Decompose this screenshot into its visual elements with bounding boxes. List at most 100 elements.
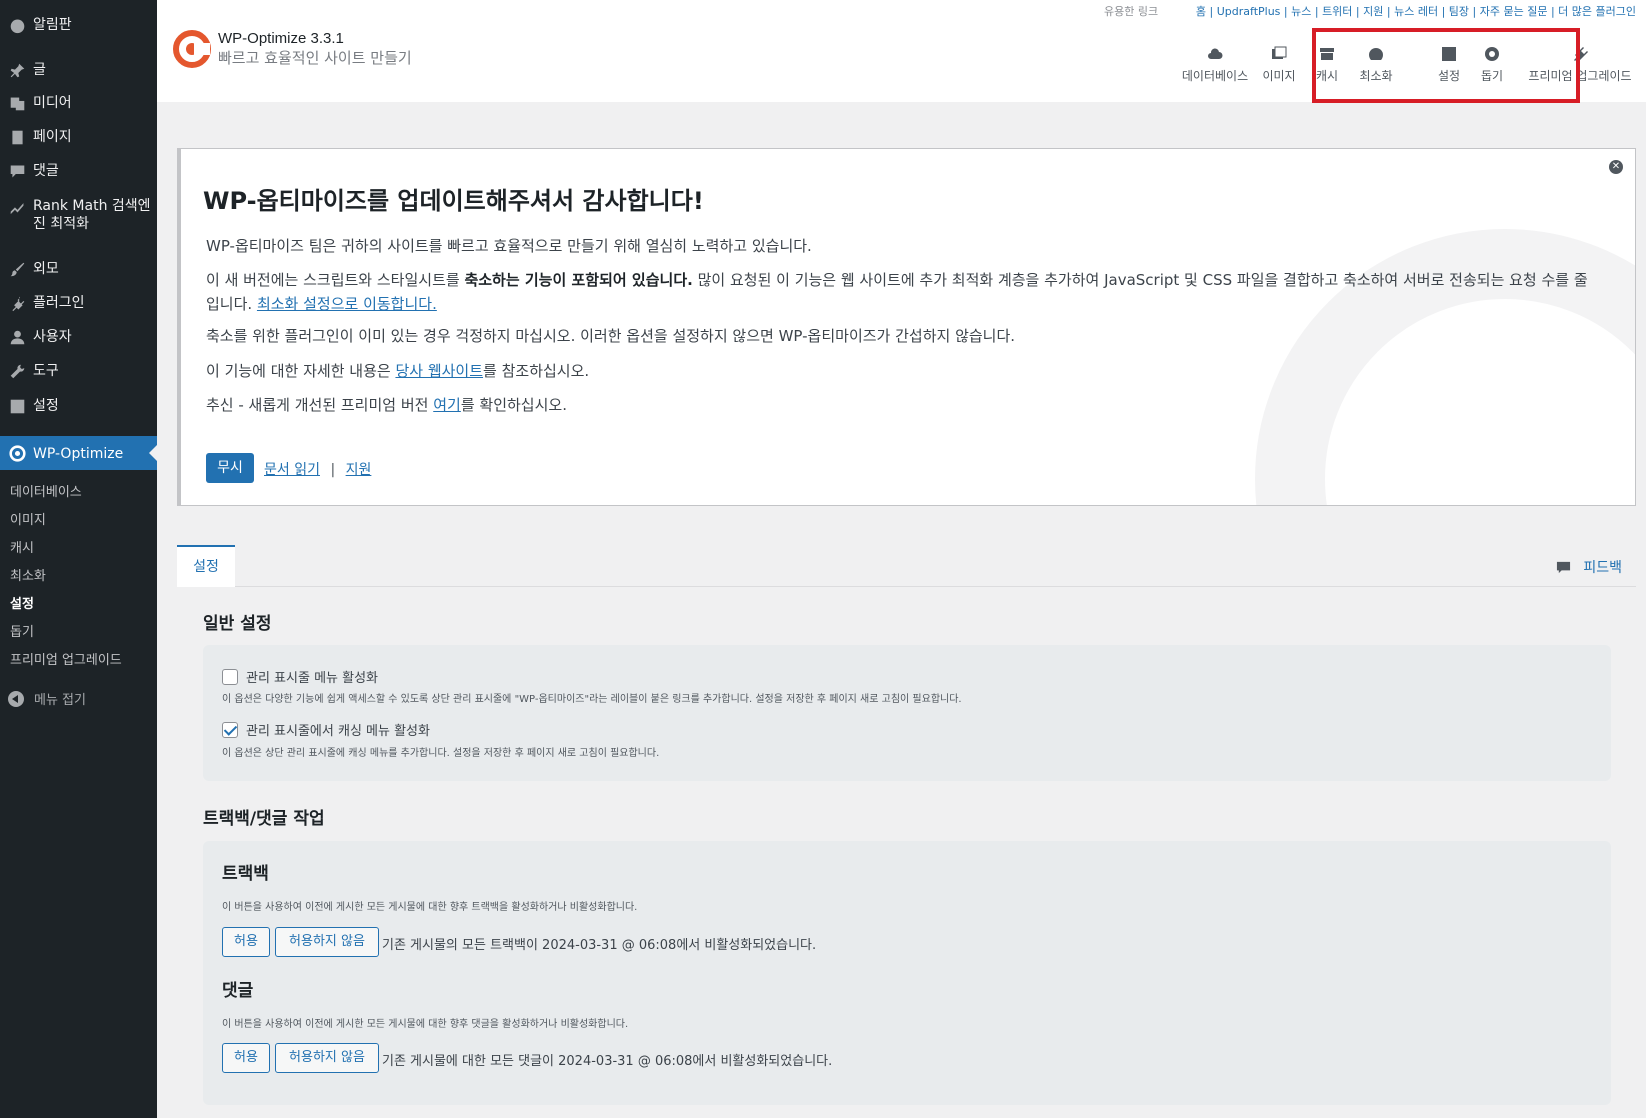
link-home[interactable]: 홈 [1196, 5, 1206, 18]
link-newsletter[interactable]: 뉴스 레터 [1394, 5, 1438, 18]
link-twitter[interactable]: 트위터 [1322, 5, 1352, 18]
sidebar-item-label: WP-Optimize [33, 445, 124, 462]
plugin-header: WP-Optimize 3.3.1 빠르고 효율적인 사이트 만들기 유용한 링… [157, 0, 1646, 103]
trackbacks-deny-button[interactable]: 허용하지 않음 [275, 927, 379, 957]
submenu-item-settings[interactable]: 설정 [10, 593, 34, 612]
images-icon [1270, 45, 1288, 63]
sidebar-item-plugins[interactable]: 플러그인 [0, 293, 157, 313]
sidebar-item-label: 글 [33, 62, 46, 78]
submenu-item-images[interactable]: 이미지 [10, 509, 46, 528]
notice-text: 이 새 버전에는 스크립트와 스타일시트를 [206, 271, 465, 289]
sidebar-item-label: 댓글 [33, 163, 59, 179]
read-docs-link[interactable]: 문서 읽기 [264, 462, 320, 478]
notice-text: 추신 - 새롭게 개선된 프리미엄 버전 [206, 396, 434, 414]
comments-deny-button[interactable]: 허용하지 않음 [275, 1043, 379, 1073]
sidebar-item-tools[interactable]: 도구 [0, 361, 157, 381]
notice-paragraph-4: 이 기능에 대한 자세한 내용은 당사 웹사이트를 참조하십시오. [206, 359, 1596, 383]
dashboard-icon [7, 15, 27, 35]
option-description: 이 옵션은 상단 관리 표시줄에 캐싱 메뉴를 추가합니다. 설정을 저장한 후… [222, 748, 660, 759]
top-links: 홈 | UpdraftPlus | 뉴스 | 트위터 | 지원 | 뉴스 레터 … [1195, 5, 1636, 18]
caching-menu-option[interactable]: 관리 표시줄에서 캐싱 메뉴 활성화 [222, 720, 430, 739]
link-separator: | [330, 462, 336, 478]
sidebar-item-posts[interactable]: 글 [0, 60, 157, 80]
sidebar-item-label: Rank Math 검색엔진 최적화 [33, 198, 151, 232]
tab-database[interactable]: 데이터베이스 [1181, 40, 1249, 102]
minify-settings-link[interactable]: 최소화 설정으로 이동합니다. [257, 295, 437, 313]
comments-description: 이 버튼을 사용하여 이전에 게시한 모든 게시물에 대한 향후 댓글을 활성화… [222, 1019, 629, 1030]
feedback-button[interactable]: 피드백 [1556, 557, 1622, 577]
admin-bar-menu-checkbox[interactable] [222, 668, 238, 685]
our-website-link[interactable]: 당사 웹사이트 [395, 362, 483, 380]
highlight-box [1312, 28, 1580, 103]
link-updraftplus[interactable]: UpdraftPlus [1217, 5, 1281, 18]
settings-icon [7, 396, 27, 416]
trackbacks-title: 트랙백 [222, 864, 269, 884]
useful-links-label: 유용한 링크 [1104, 5, 1159, 18]
sidebar-item-label: 도구 [33, 363, 59, 379]
update-notice: ✕ WP-옵티마이즈를 업데이트해주셔서 감사합니다! WP-옵티마이즈 팀은 … [177, 148, 1636, 506]
rank-math-icon [7, 196, 27, 216]
sidebar-item-settings[interactable]: 설정 [0, 396, 157, 416]
tab-images[interactable]: 이미지 [1257, 40, 1301, 102]
collapse-icon [8, 690, 24, 707]
submenu-item-minify[interactable]: 최소화 [10, 565, 46, 584]
notice-text: 이 기능에 대한 자세한 내용은 [206, 362, 396, 380]
sidebar-item-wp-optimize[interactable]: WP-Optimize [0, 436, 157, 470]
dismiss-button[interactable]: 무시 [206, 453, 254, 483]
sidebar-item-dashboard[interactable]: 알림판 [0, 15, 157, 35]
link-news[interactable]: 뉴스 [1291, 5, 1311, 18]
plugin-icon [7, 293, 27, 313]
collapse-menu-button[interactable]: 메뉴 접기 [0, 689, 157, 708]
trackbacks-description: 이 버튼을 사용하여 이전에 게시한 모든 게시물에 대한 향후 트랙백을 활성… [222, 902, 638, 913]
link-faq[interactable]: 자주 묻는 질문 [1480, 5, 1548, 18]
notice-paragraph-2: 이 새 버전에는 스크립트와 스타일시트를 축소하는 기능이 포함되어 있습니다… [206, 268, 1596, 316]
sidebar-item-rank-math[interactable]: Rank Math 검색엔진 최적화 [0, 196, 157, 233]
comment-icon [7, 161, 27, 181]
tab-label: 이미지 [1262, 69, 1296, 83]
sidebar-item-label: 외모 [33, 261, 59, 277]
submenu-item-premium[interactable]: 프리미엄 업그레이드 [10, 649, 122, 668]
sidebar-item-appearance[interactable]: 외모 [0, 259, 157, 279]
sidebar-item-pages[interactable]: 페이지 [0, 127, 157, 147]
sidebar-item-label: 플러그인 [33, 295, 85, 311]
notice-text: 를 확인하십시오. [460, 396, 567, 414]
comments-title: 댓글 [222, 981, 254, 1001]
link-support[interactable]: 지원 [1363, 5, 1383, 18]
option-label: 관리 표시줄 메뉴 활성화 [246, 671, 378, 686]
premium-here-link[interactable]: 여기 [433, 396, 461, 414]
comments-status: 기존 게시물에 대한 모든 댓글이 2024-03-31 @ 06:08에서 비… [382, 1054, 833, 1069]
comment-icon [1557, 561, 1571, 573]
sidebar-item-users[interactable]: 사용자 [0, 327, 157, 347]
comments-allow-button[interactable]: 허용 [222, 1043, 270, 1073]
cloud-icon [1206, 45, 1224, 63]
trackback-section-title: 트랙백/댓글 작업 [203, 809, 325, 829]
notice-paragraph-1: WP-옵티마이즈 팀은 귀하의 사이트를 빠르고 효율적으로 만들기 위해 열심… [206, 237, 812, 255]
tab-settings[interactable]: 설정 [177, 545, 235, 587]
sidebar-item-media[interactable]: 미디어 [0, 93, 157, 113]
close-icon[interactable]: ✕ [1609, 160, 1623, 174]
trackbacks-allow-button[interactable]: 허용 [222, 927, 270, 957]
sidebar-item-comments[interactable]: 댓글 [0, 161, 157, 181]
caching-menu-checkbox[interactable] [222, 721, 238, 738]
notice-links: 문서 읽기 | 지원 [264, 459, 371, 479]
submenu-item-help[interactable]: 돕기 [10, 621, 34, 640]
wrench-icon [7, 361, 27, 381]
sidebar-item-label: 설정 [33, 398, 59, 414]
submenu-item-cache[interactable]: 캐시 [10, 537, 34, 556]
notice-paragraph-3: 축소를 위한 플러그인이 이미 있는 경우 걱정하지 마십시오. 이러한 옵션을… [206, 327, 1016, 345]
user-icon [7, 327, 27, 347]
trackback-panel: 트랙백 이 버튼을 사용하여 이전에 게시한 모든 게시물에 대한 향후 트랙백… [203, 841, 1611, 1105]
sidebar-item-label: 페이지 [33, 129, 72, 145]
notice-strong-text: 축소하는 기능이 포함되어 있습니다. [464, 271, 693, 289]
sidebar-item-label: 사용자 [33, 329, 72, 345]
support-link[interactable]: 지원 [346, 462, 372, 478]
pin-icon [7, 60, 27, 80]
link-team-lead[interactable]: 팀장 [1449, 5, 1469, 18]
submenu-item-database[interactable]: 데이터베이스 [10, 481, 82, 500]
admin-bar-menu-option[interactable]: 관리 표시줄 메뉴 활성화 [222, 667, 378, 686]
tab-label: 데이터베이스 [1181, 69, 1249, 83]
notice-title: WP-옵티마이즈를 업데이트해주셔서 감사합니다! [203, 187, 704, 215]
link-more-plugins[interactable]: 더 많은 플러그인 [1558, 5, 1636, 18]
wp-optimize-icon [7, 443, 27, 463]
media-icon [7, 93, 27, 113]
